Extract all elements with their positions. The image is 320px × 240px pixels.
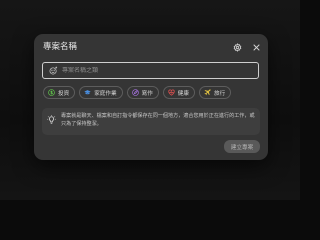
emoji-smile-icon[interactable] <box>49 66 58 75</box>
project-name-input[interactable] <box>62 67 252 74</box>
close-icon[interactable] <box>251 42 261 52</box>
plane-icon <box>204 89 211 96</box>
graduation-cap-icon <box>84 89 91 96</box>
category-chip-investing[interactable]: 投資 <box>43 86 76 99</box>
category-chip-health[interactable]: 健康 <box>162 86 195 99</box>
info-box: 專案就是聊天、檔案和自訂指令都保存在同一個地方，適合您用於正在進行的工作，或只為… <box>42 108 260 135</box>
category-label: 家庭作業 <box>94 90 117 97</box>
heart-pulse-icon <box>168 89 175 96</box>
info-text: 專案就是聊天、檔案和自訂指令都保存在同一個地方，適合您用於正在進行的工作，或只為… <box>61 113 255 127</box>
create-project-dialog: 專案名稱 投資 <box>34 34 268 160</box>
category-label: 寫作 <box>141 90 153 97</box>
dialog-title: 專案名稱 <box>43 42 78 52</box>
gear-icon[interactable] <box>232 42 242 52</box>
category-chip-writing[interactable]: 寫作 <box>126 86 159 99</box>
create-project-button[interactable]: 建立專案 <box>224 140 260 153</box>
category-label: 投資 <box>58 90 70 97</box>
category-label: 旅行 <box>214 90 226 97</box>
lightbulb-icon <box>47 115 56 125</box>
pen-icon <box>131 89 139 96</box>
dollar-circle-icon <box>48 89 55 96</box>
category-chip-homework[interactable]: 家庭作業 <box>79 86 123 99</box>
project-name-field[interactable] <box>42 62 259 79</box>
category-chip-travel[interactable]: 旅行 <box>199 86 232 99</box>
category-chips: 投資 家庭作業 寫作 健康 旅行 <box>43 86 235 99</box>
category-label: 健康 <box>177 90 189 97</box>
